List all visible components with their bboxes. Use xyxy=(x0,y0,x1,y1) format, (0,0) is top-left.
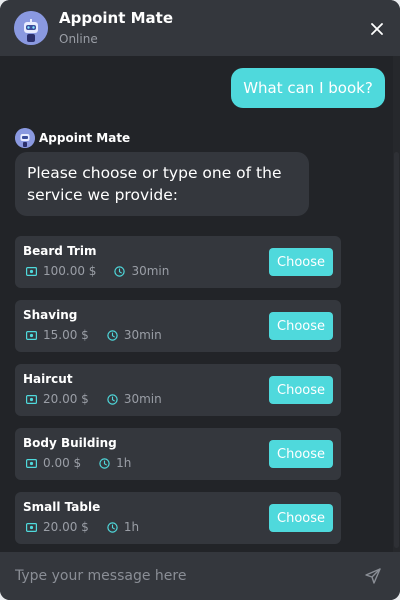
service-card: Shaving 15.00 $ 30min Choose xyxy=(15,300,341,352)
clock-icon xyxy=(107,329,118,341)
message-input-bar xyxy=(0,552,400,600)
service-name: Small Table xyxy=(23,500,101,514)
service-duration: 30min xyxy=(123,328,162,342)
service-name: Haircut xyxy=(23,372,73,386)
close-icon xyxy=(371,23,383,35)
money-icon xyxy=(26,522,37,532)
money-icon xyxy=(26,394,37,404)
choose-button[interactable]: Choose xyxy=(269,376,333,404)
service-duration: 30min xyxy=(123,392,162,406)
service-list: Beard Trim 100.00 $ 30min Choose Shaving… xyxy=(15,236,341,556)
service-price: 15.00 $ xyxy=(43,328,89,342)
service-duration: 1h xyxy=(116,456,132,470)
scrollbar-thumb[interactable] xyxy=(394,152,399,548)
bot-avatar-icon xyxy=(15,128,35,148)
user-message-bubble: What can I book? xyxy=(231,68,385,108)
service-name: Body Building xyxy=(23,436,117,450)
money-icon xyxy=(26,458,37,468)
service-name: Beard Trim xyxy=(23,244,97,258)
clock-icon xyxy=(114,265,126,277)
clock-icon xyxy=(107,521,118,533)
close-button[interactable] xyxy=(366,18,388,40)
money-icon xyxy=(26,266,37,276)
service-price: 100.00 $ xyxy=(43,264,97,278)
service-price: 0.00 $ xyxy=(43,456,82,470)
message-input[interactable] xyxy=(15,564,345,588)
choose-button[interactable]: Choose xyxy=(269,248,333,276)
send-icon xyxy=(365,568,381,584)
chat-window: Appoint Mate Online What can I book? App… xyxy=(0,0,400,600)
header-title: Appoint Mate xyxy=(59,9,173,27)
money-icon xyxy=(26,330,37,340)
robot-avatar-icon xyxy=(14,11,48,45)
bot-name: Appoint Mate xyxy=(39,131,131,145)
bot-message-bubble: Please choose or type one of the service… xyxy=(15,152,309,216)
choose-button[interactable]: Choose xyxy=(269,312,333,340)
clock-icon xyxy=(99,457,110,469)
choose-button[interactable]: Choose xyxy=(269,504,333,532)
choose-button[interactable]: Choose xyxy=(269,440,333,468)
service-price: 20.00 $ xyxy=(43,392,89,406)
service-card: Haircut 20.00 $ 30min Choose xyxy=(15,364,341,416)
service-card: Small Table 20.00 $ 1h Choose xyxy=(15,492,341,544)
service-price: 20.00 $ xyxy=(43,520,89,534)
send-button[interactable] xyxy=(362,565,384,587)
service-name: Shaving xyxy=(23,308,78,322)
service-card: Beard Trim 100.00 $ 30min Choose xyxy=(15,236,341,288)
service-duration: 1h xyxy=(123,520,140,534)
service-card: Body Building 0.00 $ 1h Choose xyxy=(15,428,341,480)
service-duration: 30min xyxy=(131,264,170,278)
clock-icon xyxy=(107,393,118,405)
online-status: Online xyxy=(59,32,98,46)
chat-header: Appoint Mate Online xyxy=(0,0,400,56)
